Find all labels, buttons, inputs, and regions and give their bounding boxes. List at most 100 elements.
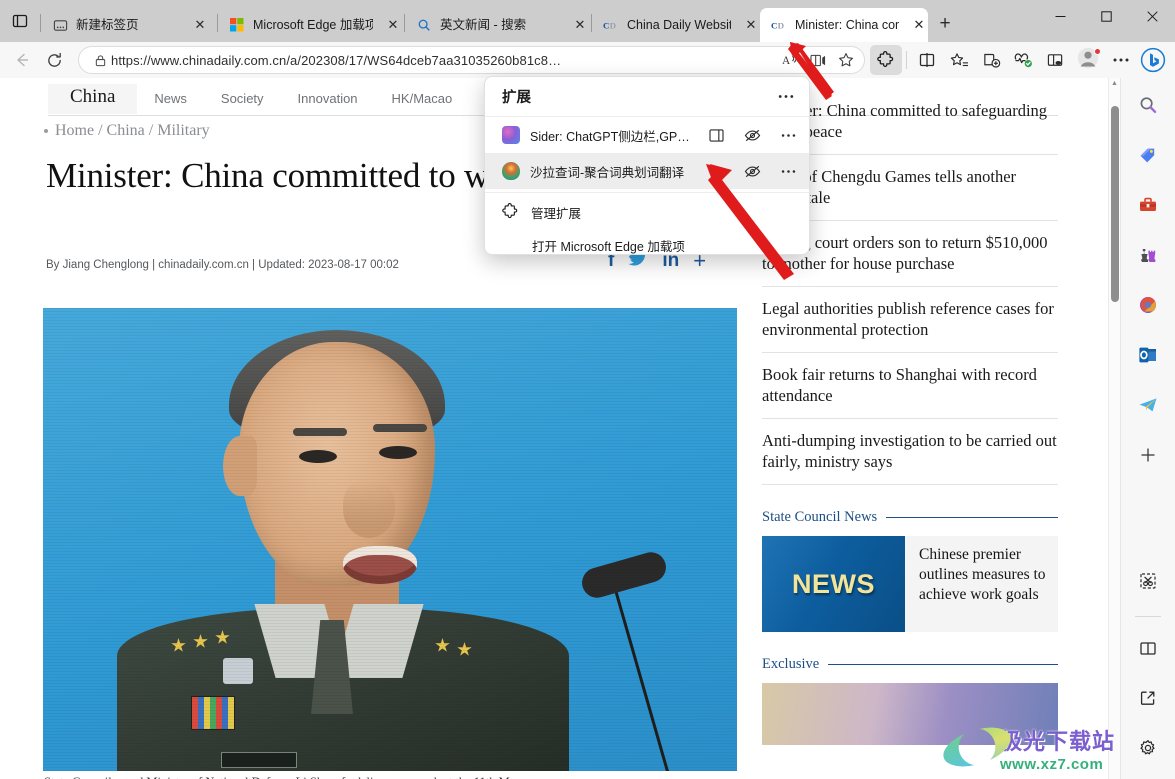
edge-sidebar [1120,78,1175,779]
hair [229,330,445,442]
microphone-head [578,548,670,602]
sidebar-telegram-button[interactable] [1129,386,1167,424]
nav-item-hkmacao[interactable]: HK/Macao [375,91,470,106]
read-aloud-icon[interactable]: A [776,48,804,72]
tab-actions-menu-button[interactable] [0,0,40,42]
name-plaque [221,752,297,768]
sidebar-open-external-button[interactable] [1129,679,1167,717]
minimize-button[interactable] [1037,0,1083,32]
bing-copilot-button[interactable] [1137,45,1169,75]
address-bar[interactable]: https://www.chinadaily.com.cn/a/202308/1… [78,46,865,74]
extensions-flyout-panel: 扩展 Sider: ChatGPT侧边栏,GPT-4,… 沙拉查词-聚合词典划词… [484,76,810,255]
extension-name: Sider: ChatGPT侧边栏,GPT-4,… [530,129,693,144]
eye-left [299,450,337,463]
extension-more-button[interactable] [775,122,801,148]
list-item[interactable]: Legal authorities publish reference case… [762,287,1058,353]
sider-extension-icon [502,126,520,144]
uniform-body [117,608,569,771]
tab-close-button[interactable]: ✕ [568,13,592,37]
maximize-button[interactable] [1083,0,1129,32]
title-bar: 新建标签页 ✕ Microsoft Edge 加载项 ✕ 英文新闻 - 搜索 ✕… [0,0,1175,42]
close-window-button[interactable] [1129,0,1175,32]
state-council-news-card[interactable]: NEWS Chinese premier outlines measures t… [762,536,1058,632]
manage-extensions-item[interactable]: 管理扩展 [485,196,809,229]
extensions-panel-header: 扩展 [485,77,809,117]
back-button[interactable] [6,45,38,75]
browser-tab-title: Minister: China comm [795,18,899,32]
sidebar-split-screen-button[interactable] [1129,629,1167,667]
page-scrollbar[interactable]: ▲ [1108,78,1120,779]
browser-tab-3[interactable]: CD China Daily Website - ✕ [592,8,760,42]
extension-item-sider[interactable]: Sider: ChatGPT侧边栏,GPT-4,… [485,117,809,153]
eyebrow-right [373,424,427,432]
tab-close-button[interactable]: ✕ [907,13,931,37]
microsoft-icon [229,17,245,33]
necktie [311,620,353,714]
nav-item-innovation[interactable]: Innovation [281,91,375,106]
svg-text:A: A [782,55,791,67]
settings-and-more-button[interactable] [1105,45,1137,75]
tab-close-button[interactable]: ✕ [188,13,212,37]
browser-toolbar: https://www.chinadaily.com.cn/a/202308/1… [0,42,1175,78]
state-council-news-heading: State Council News [762,509,1058,526]
immersive-reader-icon[interactable] [804,48,832,72]
hide-from-toolbar-icon[interactable] [739,122,765,148]
sidebar-search-button[interactable] [1129,86,1167,124]
extension-item-saladict[interactable]: 沙拉查词-聚合词典划词翻译 [485,153,809,189]
ribbon-bar-badge [191,696,235,730]
svg-text:D: D [778,20,784,30]
scrollbar-thumb[interactable] [1111,106,1119,302]
exclusive-thumbnail[interactable] [762,683,1058,745]
sidebar-games-button[interactable] [1129,236,1167,274]
face [239,342,435,586]
collar-left [254,604,346,678]
sidebar-microsoft365-button[interactable] [1129,286,1167,324]
collections-button[interactable] [975,45,1007,75]
browser-tab-2[interactable]: 英文新闻 - 搜索 ✕ [405,8,591,42]
list-item[interactable]: Anti-dumping investigation to be carried… [762,419,1058,485]
extension-name: 沙拉查词-聚合词典划词翻译 [530,165,685,180]
news-thumbnail: NEWS [762,536,905,632]
nav-item-news[interactable]: News [137,91,204,106]
list-item[interactable]: Book fair returns to Shanghai with recor… [762,353,1058,419]
ear [223,436,257,496]
nav-item-china[interactable]: China [48,83,138,114]
sidebar-settings-button[interactable] [1129,729,1167,767]
browser-tab-4-active[interactable]: CD Minister: China comm ✕ [760,8,928,42]
nose [343,480,395,538]
breadcrumb-text: Home / China / Military [55,122,210,139]
sidebar-shopping-button[interactable] [1129,136,1167,174]
favorites-button[interactable] [943,45,975,75]
extensions-panel-more-button[interactable] [771,83,801,111]
profile-button[interactable] [1071,45,1105,75]
open-in-sidebar-icon[interactable] [703,122,729,148]
exclusive-heading: Exclusive [762,656,1058,673]
breadcrumb[interactable]: Home / China / Military [44,122,210,140]
open-edge-addons-item[interactable]: 打开 Microsoft Edge 加载项 [485,229,809,254]
chinadaily-icon: CD [603,17,619,33]
tab-close-button[interactable]: ✕ [381,13,405,37]
saladict-extension-icon [502,162,520,180]
nav-item-society[interactable]: Society [204,91,281,106]
split-screen-button[interactable] [911,45,943,75]
browser-tab-1[interactable]: Microsoft Edge 加载项 ✕ [218,8,404,42]
browser-tab-title: Microsoft Edge 加载项 [253,18,373,32]
manage-extensions-label: 管理扩展 [531,207,582,221]
sidebar-add-app-button[interactable] [1129,436,1167,474]
extension-more-button[interactable] [775,158,801,184]
extensions-button[interactable] [870,45,902,75]
browser-tab-0[interactable]: 新建标签页 ✕ [41,8,217,42]
sidebar-screenshot-button[interactable] [1129,562,1167,600]
refresh-button[interactable] [38,45,70,75]
newtab-icon [52,17,68,33]
scroll-up-arrow-icon[interactable]: ▲ [1109,78,1120,90]
extensions-panel-divider [485,192,809,193]
puzzle-piece-icon [502,202,519,223]
star-icon[interactable] [832,48,860,72]
sidebar-tools-button[interactable] [1129,186,1167,224]
sidebar-outlook-button[interactable] [1129,336,1167,374]
new-tab-button[interactable]: + [928,9,962,39]
hide-from-toolbar-icon[interactable] [739,158,765,184]
browser-essentials-button[interactable] [1007,45,1039,75]
copilot-page-button[interactable] [1039,45,1071,75]
